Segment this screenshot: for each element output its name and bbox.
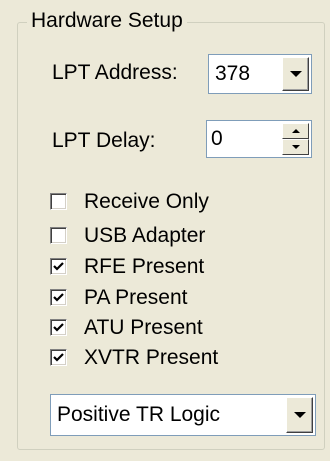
option-label: RFE Present [84,255,205,278]
option-label: XVTR Present [84,346,219,369]
lpt-delay-value: 0 [211,127,223,150]
receive-only-checkbox[interactable] [50,193,67,210]
lpt-delay-spinner[interactable]: 0 [206,120,312,158]
lpt-address-value: 378 [215,62,251,85]
tr-logic-dropdown-button[interactable] [286,397,313,433]
chevron-down-icon [293,412,306,418]
lpt-address-select[interactable]: 378 [208,54,312,94]
group-title: Hardware Setup [27,8,187,34]
lpt-address-label: LPT Address: [52,61,178,84]
checkmark-icon [53,353,64,362]
checkmark-icon [53,262,64,271]
tr-logic-select[interactable]: Positive TR Logic [50,394,316,436]
lpt-delay-spin-buttons [282,123,309,155]
atu-present-checkbox[interactable] [50,319,67,336]
pa-present-checkbox[interactable] [50,289,67,306]
rfe-present-checkbox[interactable] [50,258,67,275]
usb-adapter-checkbox[interactable] [50,227,67,244]
arrow-up-icon [291,129,300,133]
option-label: Receive Only [84,190,209,213]
checkmark-icon [53,293,64,302]
option-label: ATU Present [84,316,203,339]
arrow-down-icon [291,145,300,149]
lpt-delay-label: LPT Delay: [52,129,156,152]
lpt-address-dropdown-button[interactable] [282,57,309,91]
option-label: USB Adapter [84,224,206,247]
spin-up-button[interactable] [282,123,309,139]
chevron-down-icon [289,71,302,77]
checkmark-icon [53,323,64,332]
xvtr-present-checkbox[interactable] [50,349,67,366]
tr-logic-value: Positive TR Logic [57,403,221,426]
spin-down-button[interactable] [282,139,309,155]
option-label: PA Present [84,286,188,309]
